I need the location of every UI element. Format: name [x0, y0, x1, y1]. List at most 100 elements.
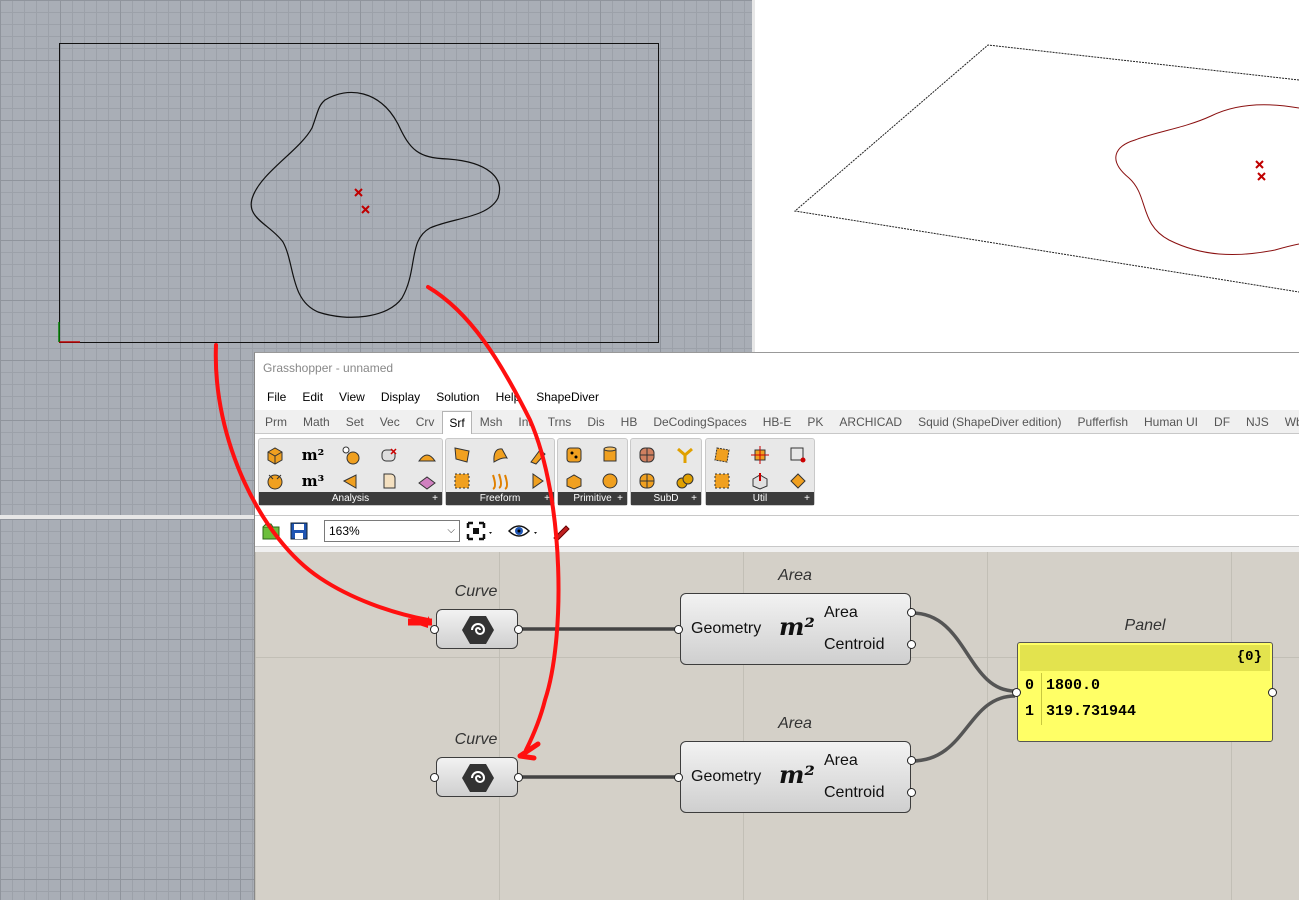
rhino-perspective-viewport[interactable] [755, 0, 1299, 352]
menu-edit[interactable]: Edit [294, 384, 331, 410]
subd-box-icon[interactable] [635, 443, 659, 467]
tab-hb[interactable]: HB [613, 412, 646, 432]
area2-area-port[interactable] [907, 756, 916, 765]
preview-eye-icon[interactable] [507, 521, 540, 546]
panel-path: {0} [1020, 645, 1270, 671]
expand-group-icon[interactable]: + [617, 492, 623, 505]
tab-crv[interactable]: Crv [408, 412, 443, 432]
brep-point-icon[interactable] [377, 443, 401, 467]
expand-group-icon[interactable]: + [804, 492, 810, 505]
area-component-1[interactable]: Geometry m² Area Centroid [680, 593, 911, 665]
brep-edges-icon[interactable] [339, 469, 363, 493]
cap-holes-icon[interactable] [748, 469, 772, 493]
loft-icon[interactable] [488, 469, 512, 493]
tab-human-ui[interactable]: Human UI [1136, 412, 1206, 432]
menu-file[interactable]: File [259, 384, 294, 410]
panel-input-port[interactable] [1012, 688, 1021, 697]
subd-multipipe-icon[interactable] [673, 469, 697, 493]
area-component-2[interactable]: Geometry m² Area Centroid [680, 741, 911, 813]
panel-component[interactable]: {0} 0 1800.0 1 319.731944 [1017, 642, 1273, 742]
curve2-input-port[interactable] [430, 773, 439, 782]
center-box-icon[interactable] [562, 469, 586, 493]
expand-group-icon[interactable]: + [432, 492, 438, 505]
box-icon[interactable] [263, 443, 287, 467]
tab-pufferfish[interactable]: Pufferfish [1070, 412, 1136, 432]
curve-param-2[interactable] [436, 757, 518, 797]
curve1-input-port[interactable] [430, 625, 439, 634]
window-title[interactable]: Grasshopper - unnamed [255, 353, 1299, 384]
tab-set[interactable]: Set [338, 412, 372, 432]
flip-icon[interactable] [786, 469, 810, 493]
surface-from-points-icon[interactable] [450, 469, 474, 493]
menu-display[interactable]: Display [373, 384, 428, 410]
open-file-icon[interactable] [261, 521, 281, 546]
ribbon-group-label: Freeform [479, 493, 521, 504]
zoom-extents-icon[interactable] [466, 521, 496, 546]
copy-trim-icon[interactable] [710, 443, 734, 467]
tab-archicad[interactable]: ARCHICAD [831, 412, 910, 432]
tab-pk[interactable]: PK [799, 412, 831, 432]
wire-area1-panel[interactable] [911, 611, 1016, 693]
rectangle-surface-edge[interactable] [793, 44, 1299, 293]
extrude-icon[interactable] [526, 443, 550, 467]
area1-geometry-port[interactable] [674, 625, 683, 634]
area-icon[interactable]: m² [301, 443, 325, 467]
menu-shapediver[interactable]: ShapeDiver [528, 384, 607, 410]
wire-area2-panel[interactable] [911, 694, 1016, 763]
menu-help[interactable]: Help [488, 384, 529, 410]
tab-squid[interactable]: Squid (ShapeDiver edition) [910, 412, 1069, 432]
tab-hb-e[interactable]: HB-E [755, 412, 800, 432]
ribbon-group-util: Util + [705, 438, 815, 506]
boundary-surface-icon[interactable] [488, 443, 512, 467]
principal-curvature-icon[interactable] [415, 469, 439, 493]
tab-msh[interactable]: Msh [472, 412, 511, 432]
domain-box-icon[interactable] [562, 443, 586, 467]
tab-math[interactable]: Math [295, 412, 338, 432]
menu-view[interactable]: View [331, 384, 373, 410]
tab-int[interactable]: Int [510, 412, 539, 432]
area2-centroid-port[interactable] [907, 788, 916, 797]
expand-group-icon[interactable]: + [544, 492, 550, 505]
divide-domain-icon[interactable] [748, 443, 772, 467]
blob-curve[interactable] [250, 91, 500, 318]
curve-param-1[interactable] [436, 609, 518, 649]
cylinder-icon[interactable] [598, 443, 622, 467]
dimensions-icon[interactable] [377, 469, 401, 493]
subd-from-mesh-icon[interactable] [635, 469, 659, 493]
isotrim-icon[interactable] [710, 469, 734, 493]
curve-param-icon [461, 762, 495, 799]
sphere-icon[interactable] [598, 469, 622, 493]
surface-closest-icon[interactable] [415, 443, 439, 467]
curve2-output-port[interactable] [514, 773, 523, 782]
area1-centroid-port[interactable] [907, 640, 916, 649]
curve1-output-port[interactable] [514, 625, 523, 634]
area1-area-port[interactable] [907, 608, 916, 617]
panel-output-port[interactable] [1268, 688, 1277, 697]
tab-prm[interactable]: Prm [257, 412, 295, 432]
tab-dis[interactable]: Dis [579, 412, 612, 432]
evaluate-point-icon[interactable] [339, 443, 363, 467]
sweep-icon[interactable] [526, 469, 550, 493]
tab-wb[interactable]: Wb [1277, 412, 1299, 432]
grasshopper-canvas[interactable]: Curve Curve Area Geometry m² Area Centro… [255, 552, 1299, 900]
tab-srf[interactable]: Srf [442, 411, 472, 434]
area2-geometry-port[interactable] [674, 773, 683, 782]
deconstruct-brep-icon[interactable] [263, 469, 287, 493]
tab-df[interactable]: DF [1206, 412, 1238, 432]
four-point-surface-icon[interactable] [450, 443, 474, 467]
tab-njs[interactable]: NJS [1238, 412, 1277, 432]
save-file-icon[interactable] [289, 521, 309, 546]
menu-solution[interactable]: Solution [428, 384, 487, 410]
rhino-bottom-viewport[interactable] [0, 519, 254, 900]
ribbon-group-freeform: Freeform + [445, 438, 555, 506]
subd-fuse-icon[interactable] [673, 443, 697, 467]
tab-decodingspaces[interactable]: DeCodingSpaces [645, 412, 754, 432]
volume-icon[interactable]: m³ [301, 469, 325, 493]
sketch-pen-icon[interactable] [551, 521, 571, 546]
expand-group-icon[interactable]: + [691, 492, 697, 505]
tab-trns[interactable]: Trns [540, 412, 580, 432]
edge-icon[interactable] [786, 443, 810, 467]
tab-vec[interactable]: Vec [372, 412, 408, 432]
blob-surface-edge[interactable] [1115, 104, 1299, 256]
zoom-dropdown[interactable]: 163% ⌵ [324, 520, 460, 542]
